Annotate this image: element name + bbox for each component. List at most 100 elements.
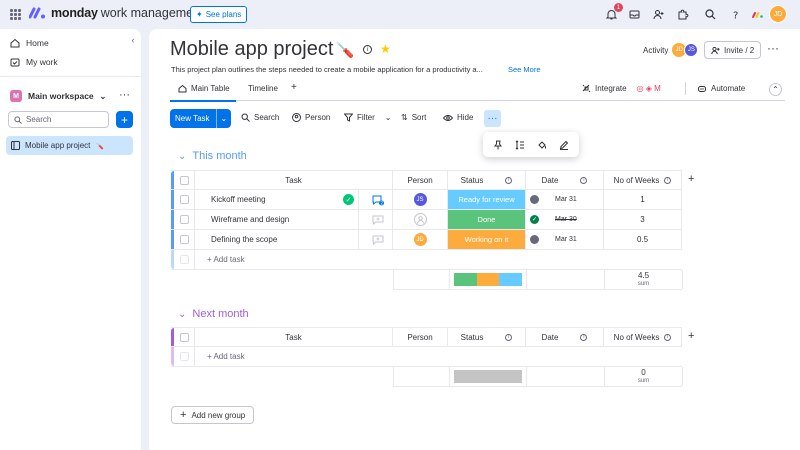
monday-switcher-icon[interactable] (751, 8, 764, 21)
info-icon[interactable]: i (363, 45, 372, 54)
add-task-input[interactable]: + Add task (195, 347, 682, 366)
inbox-icon[interactable] (628, 8, 641, 21)
group-header-next-month[interactable]: ⌄ Next month (178, 308, 249, 320)
see-more-link[interactable]: See More (508, 65, 541, 74)
help-icon[interactable]: ? (729, 8, 742, 22)
status-summary[interactable] (449, 367, 527, 386)
add-task-row[interactable]: + Add task (171, 250, 682, 270)
chevron-down-icon[interactable]: ⌄ (215, 109, 232, 128)
toolbar-more-button[interactable]: ··· (484, 110, 501, 127)
column-header-date[interactable]: Date i (526, 328, 604, 346)
info-icon[interactable]: i (664, 333, 672, 341)
sidebar-item-home[interactable]: Home (10, 38, 49, 48)
invite-button[interactable]: Invite / 2 (704, 41, 762, 59)
table-row[interactable]: Kickoff meeting ✓ 2 JS Ready for review … (171, 190, 682, 210)
tab-timeline[interactable]: Timeline (248, 84, 278, 93)
column-header-weeks[interactable]: No of Weeks i (604, 171, 682, 189)
info-icon[interactable]: i (580, 333, 588, 341)
task-cell[interactable]: Kickoff meeting ✓ 2 (195, 190, 393, 210)
updates-cell[interactable]: 2 (358, 190, 393, 210)
sidebar-search-input[interactable]: Search (8, 111, 109, 128)
sidebar-item-my-work[interactable]: My work (10, 57, 58, 67)
workspace-more-button[interactable]: ··· (119, 89, 130, 101)
date-cell[interactable]: ✓ Mar 30 (526, 210, 604, 229)
select-all-checkbox[interactable] (179, 332, 189, 342)
column-header-person[interactable]: Person (393, 171, 448, 189)
weeks-value[interactable]: 3 (604, 210, 682, 229)
info-icon[interactable]: i (505, 176, 513, 184)
row-checkbox[interactable] (179, 215, 189, 224)
add-task-row[interactable]: + Add task (171, 347, 682, 367)
apps-puzzle-icon[interactable] (676, 8, 689, 21)
sort-button[interactable]: ⇅ Sort (401, 113, 426, 122)
add-column-button[interactable]: + (688, 330, 694, 342)
weeks-value[interactable]: 1 (604, 190, 682, 209)
workspace-selector[interactable]: M Main workspace ⌄ (10, 90, 106, 102)
user-avatar[interactable]: JD (769, 5, 787, 23)
chevron-down-icon[interactable]: ⌄ (385, 113, 392, 122)
collapse-sidebar-button[interactable]: ‹ (126, 33, 140, 47)
info-icon[interactable]: i (580, 176, 588, 184)
avatar[interactable]: JD (413, 233, 427, 246)
paint-bucket-icon[interactable] (537, 140, 547, 150)
updates-cell[interactable] (358, 210, 393, 230)
info-icon[interactable]: i (505, 333, 513, 341)
column-header-task[interactable]: Task (195, 328, 393, 346)
column-header-weeks[interactable]: No of Weeks i (604, 328, 682, 346)
star-icon[interactable]: ★ (380, 42, 391, 56)
task-cell[interactable]: Defining the scope (195, 230, 393, 250)
top-bar: monday work management ✦ See plans 1 ? JD (0, 0, 800, 29)
column-header-task[interactable]: Task (195, 171, 393, 189)
pencil-icon[interactable] (559, 140, 569, 150)
column-header-date[interactable]: Date i (526, 171, 604, 189)
collapse-header-button[interactable]: ⌃ (769, 83, 782, 96)
status-summary[interactable] (449, 270, 527, 289)
page-title[interactable]: Mobile app project 🪛 (170, 38, 354, 61)
board-more-button[interactable]: ··· (767, 41, 779, 55)
add-column-button[interactable]: + (688, 173, 694, 185)
row-checkbox[interactable] (179, 235, 189, 244)
select-all-checkbox[interactable] (179, 175, 189, 185)
date-cell[interactable]: Mar 31 (526, 190, 604, 209)
new-task-button[interactable]: New Task ⌄ (170, 109, 232, 128)
add-task-input[interactable]: + Add task (195, 250, 682, 269)
search-icon[interactable] (704, 8, 717, 21)
group-header-this-month[interactable]: ⌄ This month (178, 150, 247, 162)
task-cell[interactable]: Wireframe and design (195, 210, 393, 230)
sidebar-item-board[interactable]: Mobile app project 🪛 (6, 136, 133, 155)
hide-button[interactable]: Hide (443, 113, 473, 122)
brand-logo[interactable]: monday work management (29, 6, 204, 20)
status-label[interactable]: Working on it (448, 230, 525, 249)
row-height-icon[interactable] (515, 139, 525, 150)
avatar[interactable]: JS (413, 193, 427, 206)
filter-button[interactable]: Filter ⌄ (344, 113, 391, 122)
add-view-button[interactable]: + (291, 82, 297, 93)
status-label[interactable]: Done (448, 210, 525, 229)
pin-icon[interactable] (493, 140, 503, 150)
add-item-button[interactable]: + (116, 111, 133, 128)
chevron-down-icon[interactable]: ⌄ (178, 309, 186, 320)
table-row[interactable]: Defining the scope JD Working on it Mar … (171, 230, 682, 250)
empty-person-icon[interactable] (413, 213, 427, 226)
date-cell[interactable]: Mar 31 (526, 230, 604, 249)
automate-button[interactable]: Automate (697, 84, 745, 93)
search-button[interactable]: Search (241, 113, 279, 122)
row-checkbox[interactable] (179, 195, 189, 204)
updates-cell[interactable] (358, 230, 393, 250)
add-new-group-button[interactable]: + Add new group (171, 406, 255, 424)
see-plans-button[interactable]: ✦ See plans (190, 6, 248, 23)
table-row[interactable]: Wireframe and design Done ✓ Mar 30 3 (171, 210, 682, 230)
column-header-status[interactable]: Status i (448, 171, 526, 189)
integrate-button[interactable]: Integrate ◎ ◈ M (582, 84, 661, 93)
info-icon[interactable]: i (664, 176, 672, 184)
column-header-person[interactable]: Person (393, 328, 448, 346)
person-filter-button[interactable]: Person (292, 113, 330, 122)
chevron-down-icon[interactable]: ⌄ (178, 151, 186, 162)
weeks-value[interactable]: 0.5 (604, 230, 682, 249)
column-header-status[interactable]: Status i (448, 328, 526, 346)
status-label[interactable]: Ready for review (448, 190, 525, 209)
activity-button[interactable]: Activity JD JS (643, 43, 699, 57)
tab-main-table[interactable]: Main Table (178, 84, 230, 93)
apps-grid-icon[interactable] (10, 9, 21, 20)
invite-members-icon[interactable] (652, 8, 665, 21)
